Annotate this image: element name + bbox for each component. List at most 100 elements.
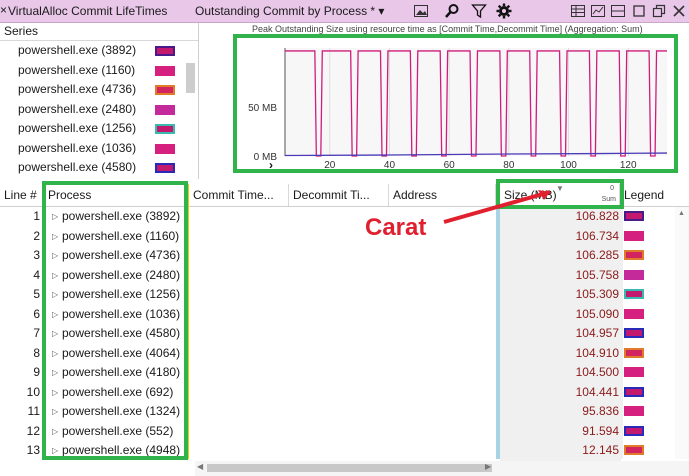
line-number-cell: 13 [26,443,40,457]
x-tick-label: 100 [560,160,577,171]
process-column-highlight [42,181,188,460]
line-number-cell: 3 [33,248,40,262]
image-icon[interactable] [412,2,430,20]
search-icon[interactable] [443,2,461,20]
view-selector[interactable]: Outstanding Commit by Process * ▾ [195,4,384,18]
series-color-swatch [155,124,175,134]
close-window-icon[interactable] [670,2,688,20]
series-panel: Series powershell.exe (3892) powershell.e… [0,23,199,179]
size-cell: 104.500 [500,363,621,383]
size-cell: 104.441 [500,382,621,402]
x-tick-label: 120 [620,160,637,171]
scroll-up-icon[interactable]: ▲ [678,210,685,217]
table-view-icon[interactable] [569,2,587,20]
series-item[interactable]: powershell.exe (3892) [0,41,198,61]
col-decommit-time[interactable]: Decommit Ti... [289,184,389,206]
line-number-cell: 12 [26,423,40,438]
line-number-cell: 1 [33,209,40,223]
series-scrollbar[interactable] [186,63,195,93]
series-color-swatch [155,163,175,173]
scroll-left-icon[interactable]: ◀ [197,462,203,471]
legend-swatch [624,269,644,280]
series-color-swatch [155,46,175,56]
line-number-cell: 2 [33,228,40,243]
chart-table-view-icon[interactable] [609,2,627,20]
series-header: Series [0,23,198,41]
carat-annotation-arrow [443,190,551,224]
series-item-label: powershell.exe (4736) [18,82,137,96]
series-item-label: powershell.exe (2480) [18,101,137,116]
close-icon[interactable]: × [0,3,7,17]
title-bar: × VirtualAlloc Commit LifeTimes Outstand… [0,0,689,23]
x-tick-label: 80 [503,160,515,171]
chart-view-icon[interactable] [589,2,607,20]
series-item-label: powershell.exe (3892) [18,43,137,57]
line-number-cell: 7 [33,326,40,340]
scroll-right-icon[interactable]: ▶ [485,462,491,471]
legend-swatch [624,250,644,260]
col-legend[interactable]: Legend [620,184,680,206]
series-item[interactable]: powershell.exe (1256) [0,119,198,139]
line-number-cell: 5 [33,287,40,301]
restore-icon[interactable] [650,2,668,20]
series-item[interactable]: powershell.exe (4736) [0,80,198,100]
legend-swatch [624,347,644,358]
outstanding-commit-chart[interactable]: 20 40 60 80 100 120 50 MB 0 MB› [233,34,678,173]
col-commit-time[interactable]: Commit Time... [189,184,289,206]
line-number-cell: 4 [33,267,40,282]
legend-swatch [624,211,644,221]
gear-icon[interactable] [495,2,513,20]
legend-swatch [624,230,644,241]
size-cell: 91.594 [500,421,621,441]
horizontal-scroll-thumb[interactable] [207,464,492,472]
line-number-cell: 8 [33,345,40,360]
window-title: VirtualAlloc Commit LifeTimes [8,4,168,18]
series-color-swatch [155,65,175,76]
col-line-number[interactable]: Line # [0,184,44,206]
size-cell: 104.957 [500,324,621,344]
size-cell: 12.145 [500,441,621,461]
filter-icon[interactable] [470,2,488,20]
line-number-cell: 10 [26,384,40,399]
x-tick-label: 60 [444,160,456,171]
line-number-cell: 9 [33,365,40,379]
series-item[interactable]: powershell.exe (1160) [0,61,198,81]
chart-expand-icon[interactable]: › [269,158,273,172]
series-item[interactable]: powershell.exe (2480) [0,100,198,120]
series-item[interactable]: powershell.exe (4580) [0,158,198,178]
series-item-label: powershell.exe (1256) [18,121,137,135]
table-vertical-scrollbar[interactable]: ▲ [675,207,689,459]
legend-swatch [624,445,644,455]
legend-swatch [624,308,644,319]
series-item-label: powershell.exe (1036) [18,140,137,155]
line-number-cell: 6 [33,306,40,321]
series-color-swatch [155,85,175,95]
chart-title: Peak Outstanding Size using resource tim… [252,24,643,34]
legend-swatch [624,425,644,436]
series-color-swatch [155,104,175,115]
series-item[interactable]: powershell.exe (1036) [0,139,198,159]
y-tick-label: 50 MB [248,103,277,114]
legend-swatch [624,328,644,338]
size-cell: 95.836 [500,402,621,422]
legend-swatch [624,406,644,416]
carat-annotation-label: Carat [365,214,427,241]
y-tick-label: 0 MB [254,152,278,163]
size-cell: 104.910 [500,343,621,363]
x-tick-label: 20 [324,160,336,171]
chevron-down-icon: ▾ [378,4,385,18]
size-cell: 105.309 [500,285,621,305]
size-cell: 105.758 [500,265,621,285]
series-item-label: powershell.exe (4580) [18,160,137,174]
x-tick-label: 40 [384,160,396,171]
size-cell: 106.285 [500,246,621,266]
series-color-swatch [155,143,175,154]
view-selector-label: Outstanding Commit by Process * [195,4,376,18]
legend-swatch [624,367,644,377]
series-item-label: powershell.exe (1160) [18,62,136,77]
legend-swatch [624,386,644,397]
line-number-cell: 11 [27,404,40,418]
size-cell: 105.090 [500,304,621,324]
table-horizontal-scrollbar[interactable]: ◀ ▶ [195,461,689,476]
maximize-icon[interactable] [630,2,648,20]
